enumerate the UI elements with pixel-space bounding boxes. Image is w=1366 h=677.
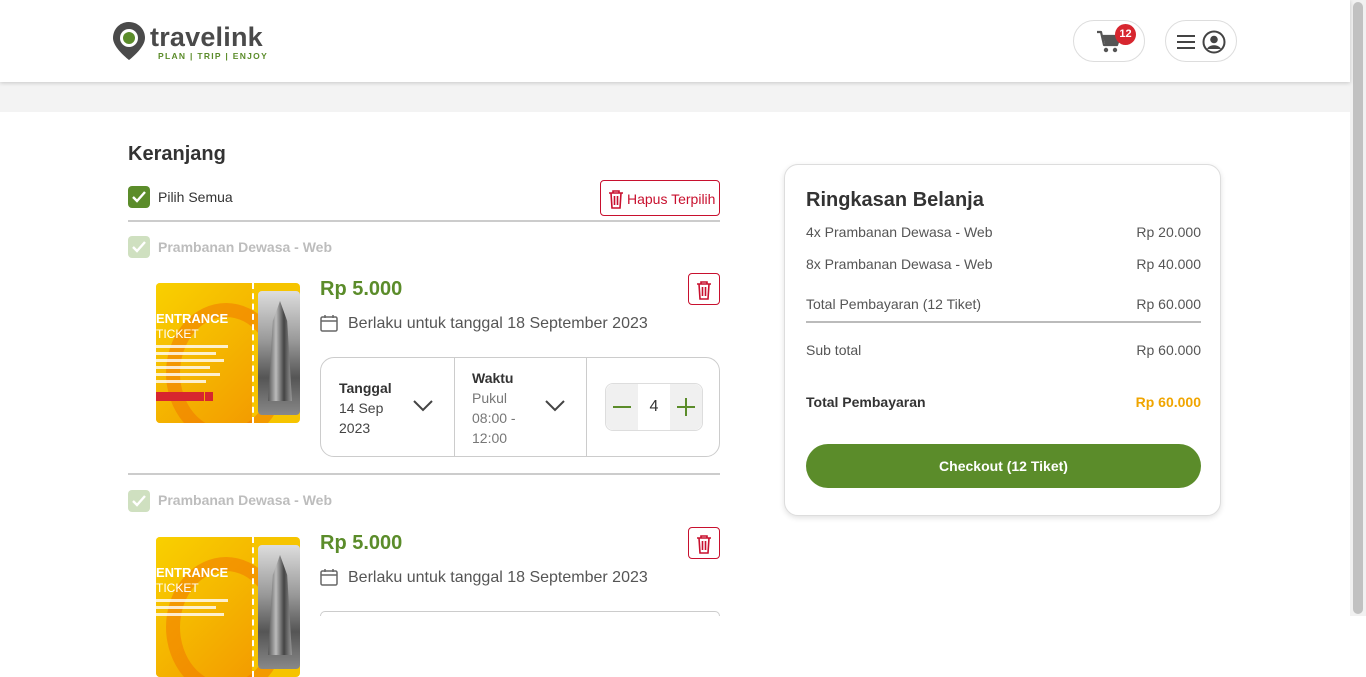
summary-line-label: 4x Prambanan Dewasa - Web	[806, 224, 993, 240]
date-value: 14 Sep 2023	[339, 400, 384, 436]
item-checkbox[interactable]	[128, 490, 150, 512]
summary-line-label: Total Pembayaran (12 Tiket)	[806, 296, 982, 312]
summary-title: Ringkasan Belanja	[806, 189, 984, 211]
chevron-down-icon	[413, 400, 433, 412]
ticket-title: ENTRANCE	[156, 565, 229, 580]
account-menu-button[interactable]	[1165, 20, 1237, 62]
validity-text: Berlaku untuk tanggal 18 September 2023	[348, 569, 648, 586]
quantity-value[interactable]: 4	[638, 398, 670, 416]
validity-text: Berlaku untuk tanggal 18 September 2023	[348, 315, 648, 332]
checkmark-icon	[132, 495, 146, 507]
minus-icon	[613, 406, 631, 408]
logo-text: travelink	[150, 22, 263, 52]
delete-selected-button[interactable]: Hapus Terpilih	[600, 180, 720, 216]
time-select[interactable]: Waktu Pukul 08:00 - 12:00	[455, 358, 587, 456]
checkout-button[interactable]: Checkout (12 Tiket)	[806, 444, 1201, 488]
divider	[128, 473, 720, 475]
subtotal-value: Rp 60.000	[1136, 342, 1201, 358]
page-title: Keranjang	[128, 143, 226, 165]
date-label: Tanggal	[339, 380, 392, 396]
select-all-label: Pilih Semua	[158, 189, 233, 205]
time-label: Waktu	[472, 370, 514, 386]
trash-icon	[697, 281, 711, 300]
divider	[128, 220, 720, 222]
plus-icon	[677, 398, 695, 416]
cart-count-badge: 12	[1115, 24, 1136, 45]
hamburger-icon	[1177, 35, 1195, 49]
summary-line-label: 8x Prambanan Dewasa - Web	[806, 256, 993, 272]
select-all-checkbox[interactable]	[128, 186, 150, 208]
trash-icon	[697, 535, 711, 554]
logo-tagline: PLAN | TRIP | ENJOY	[158, 51, 269, 61]
calendar-icon	[320, 315, 338, 332]
total-label: Total Pembayaran	[806, 394, 926, 410]
decrease-quantity-button[interactable]	[606, 384, 638, 430]
chevron-down-icon	[545, 400, 565, 412]
item-price: Rp 5.000	[320, 278, 403, 300]
item-name: Prambanan Dewasa - Web	[158, 492, 333, 508]
subtotal-label: Sub total	[806, 342, 862, 358]
ticket-image: ENTRANCE TICKET	[156, 537, 300, 677]
checkmark-icon	[132, 191, 146, 203]
map-pin-logo-icon	[113, 22, 145, 60]
ticket-subtitle: TICKET	[156, 327, 199, 341]
ticket-subtitle: TICKET	[156, 581, 199, 595]
ticket-title: ENTRANCE	[156, 311, 229, 326]
cart-button[interactable]: 12	[1073, 20, 1145, 62]
total-value: Rp 60.000	[1135, 394, 1201, 410]
item-checkbox[interactable]	[128, 236, 150, 258]
top-navbar: travelink PLAN | TRIP | ENJOY 12	[0, 0, 1350, 82]
item-price: Rp 5.000	[320, 532, 403, 554]
delete-item-button[interactable]	[688, 273, 720, 305]
time-value: Pukul 08:00 - 12:00	[472, 390, 516, 446]
summary-line-value: Rp 20.000	[1136, 224, 1201, 240]
checkmark-icon	[132, 241, 146, 253]
item-options-box	[320, 611, 720, 616]
delete-selected-label: Hapus Terpilih	[627, 191, 716, 207]
summary-line-value: Rp 40.000	[1136, 256, 1201, 272]
delete-item-button[interactable]	[688, 527, 720, 559]
ticket-image: ENTRANCE TICKET	[156, 283, 300, 423]
header-spacer	[0, 82, 1350, 112]
travelink-logo[interactable]: travelink PLAN | TRIP | ENJOY	[112, 21, 272, 63]
item-name: Prambanan Dewasa - Web	[158, 239, 333, 255]
date-select[interactable]: Tanggal 14 Sep 2023	[321, 358, 455, 456]
user-circle-icon	[1202, 30, 1226, 54]
summary-divider	[806, 321, 1201, 323]
item-options-box: Tanggal 14 Sep 2023 Waktu Pukul 08:00 - …	[320, 357, 720, 457]
increase-quantity-button[interactable]	[670, 384, 702, 430]
trash-icon	[609, 190, 623, 209]
summary-line-value: Rp 60.000	[1136, 296, 1201, 312]
calendar-icon	[320, 569, 338, 586]
scrollbar-thumb[interactable]	[1353, 2, 1363, 614]
order-summary-card: Ringkasan Belanja 4x Prambanan Dewasa - …	[784, 164, 1221, 516]
quantity-stepper: 4	[605, 383, 703, 431]
